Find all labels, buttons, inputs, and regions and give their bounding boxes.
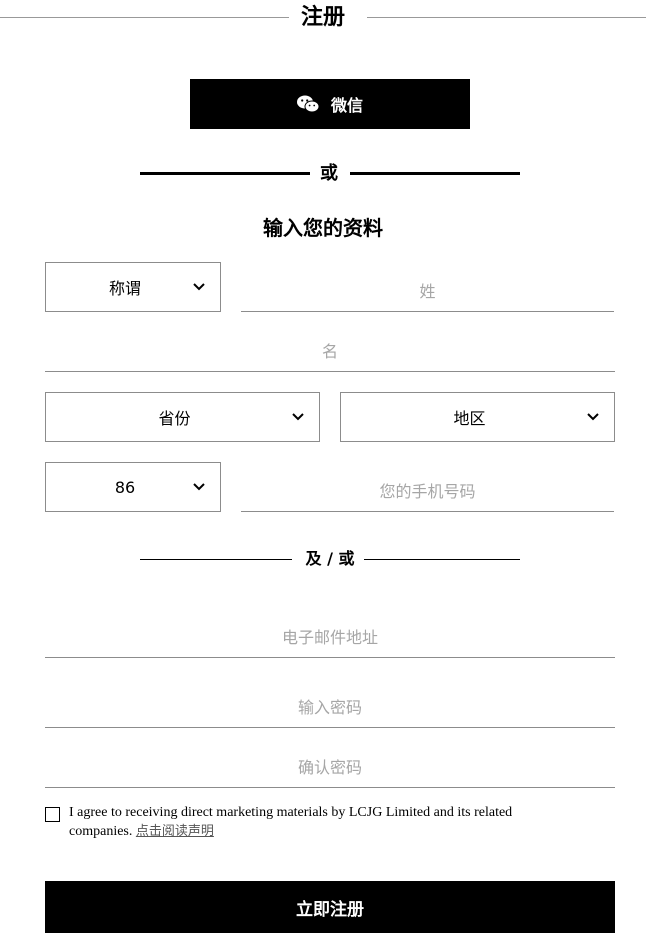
- province-value: 省份: [158, 409, 191, 428]
- privacy-statement-link[interactable]: 点击阅读声明: [136, 824, 214, 839]
- wechat-label: 微信: [330, 96, 363, 115]
- email-input[interactable]: [45, 618, 615, 658]
- chevron-down-icon: [586, 410, 600, 424]
- page-title: 注册: [0, 4, 646, 32]
- wechat-icon: [296, 95, 319, 113]
- chevron-down-icon: [291, 410, 305, 424]
- wechat-login-button[interactable]: 微信: [190, 79, 470, 129]
- country-code-select[interactable]: 86: [45, 462, 221, 512]
- or-divider-text: 或: [320, 163, 338, 184]
- phone-input[interactable]: [241, 472, 614, 512]
- marketing-consent-checkbox[interactable]: [45, 807, 60, 822]
- confirm-password-input[interactable]: [45, 748, 615, 788]
- or-divider-right: [350, 172, 520, 175]
- form-subtitle: 输入您的资料: [263, 216, 383, 240]
- chevron-down-icon: [192, 480, 206, 494]
- salutation-value: 称谓: [108, 279, 141, 298]
- password-input[interactable]: [45, 688, 615, 728]
- surname-input[interactable]: [241, 272, 614, 312]
- given-name-input[interactable]: [45, 332, 615, 372]
- and-or-divider-left: [140, 559, 292, 560]
- province-select[interactable]: 省份: [45, 392, 320, 442]
- or-divider-left: [140, 172, 310, 175]
- register-submit-button[interactable]: 立即注册: [45, 881, 615, 933]
- salutation-select[interactable]: 称谓: [45, 262, 221, 312]
- country-code-value: 86: [114, 477, 136, 497]
- and-or-divider-right: [364, 559, 520, 560]
- chevron-down-icon: [192, 280, 206, 294]
- marketing-consent-text: I agree to receiving direct marketing ma…: [69, 803, 569, 841]
- and-or-divider-text: 及 / 或: [305, 549, 355, 568]
- region-select[interactable]: 地区: [340, 392, 615, 442]
- region-value: 地区: [453, 409, 486, 428]
